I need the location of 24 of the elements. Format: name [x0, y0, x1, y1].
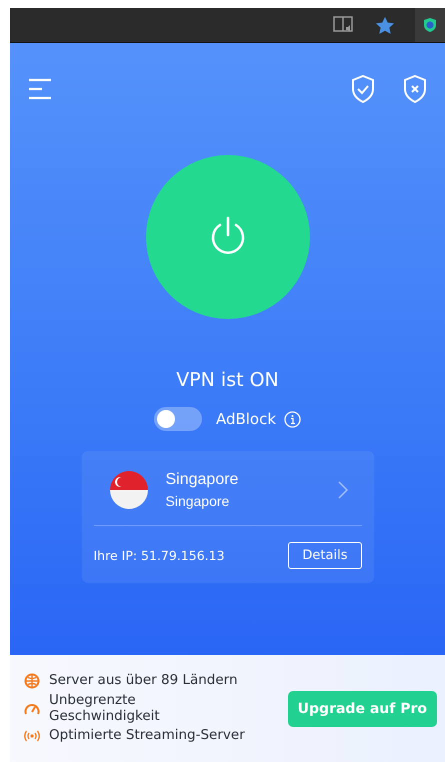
adblock-toggle[interactable]	[154, 407, 202, 431]
chevron-right-icon	[338, 481, 348, 499]
vpn-status: VPN ist ON	[176, 369, 279, 391]
country-name: Singapore	[166, 471, 238, 489]
globe-icon	[24, 673, 40, 690]
flag-icon	[110, 471, 148, 509]
city-name: Singapore	[166, 493, 230, 509]
ip-address: Ihre IP: 51.79.156.13	[94, 548, 225, 563]
reader-mode-icon[interactable]	[333, 16, 355, 34]
shield-check-icon[interactable]	[351, 75, 375, 103]
feature-text: Server aus über 89 Ländern	[49, 673, 238, 689]
menu-icon[interactable]	[28, 78, 52, 100]
info-icon[interactable]	[284, 410, 302, 428]
shield-x-icon[interactable]	[403, 75, 427, 103]
speedometer-icon	[24, 702, 40, 716]
broadcast-icon	[24, 730, 40, 742]
upgrade-button[interactable]: Upgrade auf Pro	[288, 690, 437, 726]
shield-globe-icon[interactable]	[423, 17, 437, 33]
details-button[interactable]: Details	[288, 542, 362, 569]
adblock-label: AdBlock	[216, 410, 276, 428]
star-icon[interactable]	[375, 16, 395, 34]
location-selector[interactable]: Singapore Singapore	[94, 451, 362, 526]
feature-text: Unbegrenzte Geschwindigkeit	[49, 693, 159, 724]
feature-text: Optimierte Streaming-Server	[49, 728, 245, 744]
